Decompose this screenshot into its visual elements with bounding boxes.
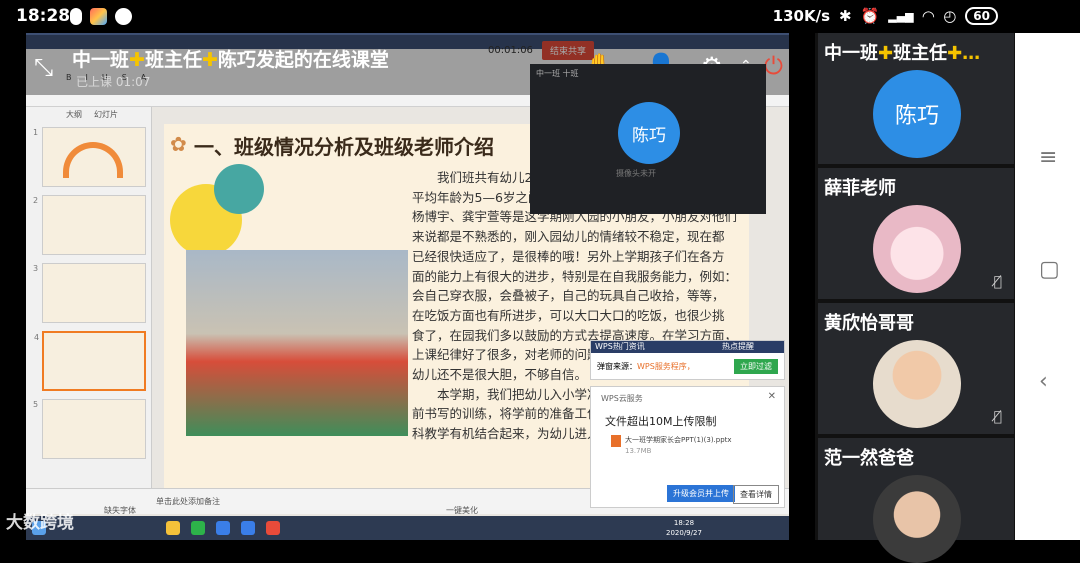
title-cross-icon: ✚ xyxy=(201,49,218,71)
wifi-icon: ◠ xyxy=(922,7,935,25)
notes-placeholder[interactable]: 单击此处添加备注 xyxy=(156,496,220,507)
popup-source-app: WPS服务程序， xyxy=(637,362,695,371)
decor-circle-teal xyxy=(214,164,264,214)
network-speed: 130K/s xyxy=(772,7,830,25)
android-status-bar: 18:28 130K/s ✱ ⏰ ▂▄▆ ◠ ◴ 60 xyxy=(0,0,1080,33)
signal-icon: ▂▄▆ xyxy=(888,9,914,23)
participant-name: 薛菲老师 xyxy=(824,178,896,199)
host-participant-avatar: 陈巧 xyxy=(873,70,961,158)
popup-header-right: 热点提醒 xyxy=(722,342,754,351)
child-photo-avatar xyxy=(873,340,961,428)
participant-list: 中一班✚班主任✚… 陈巧 薛菲老师 🎙̸ 黄欣怡哥哥 🎙̸ 范一然爸爸 xyxy=(815,33,1015,563)
clock-icon: ◴ xyxy=(943,7,957,25)
parent-photo-avatar xyxy=(873,475,961,563)
host-video-preview[interactable]: 中一班 十班 陈巧 摄像头未开 xyxy=(530,64,766,214)
app-notification-icon xyxy=(90,8,107,25)
participant-name: 中一班✚班主任✚… xyxy=(824,39,980,65)
notification-icons xyxy=(70,8,132,25)
slide-thumbnail[interactable]: 1 xyxy=(33,127,146,187)
tab-slides[interactable]: 幻灯片 xyxy=(94,109,118,120)
windows-taskbar: 18:28 2020/9/27 xyxy=(26,516,789,540)
title-part: 陈巧发起的在线课堂 xyxy=(217,49,389,71)
file-size: 13.7MB xyxy=(625,447,652,455)
pptx-file-icon xyxy=(611,435,621,447)
slide-thumbnail[interactable]: 3 xyxy=(33,263,146,323)
popup-source-label: 弹窗来源： xyxy=(597,362,637,371)
name-part: 中一班 xyxy=(824,43,878,64)
title-part: 班主任 xyxy=(144,49,202,71)
file-name: 大一班学期家长会PPT(1)(3).pptx xyxy=(625,436,732,444)
cloud-title: 文件超出10M上传限制 xyxy=(605,415,717,428)
clock-date: 2020/9/27 xyxy=(666,529,702,537)
panel-tabs: 大纲 幻灯片 xyxy=(66,109,118,120)
popup-header: WPS热门资讯 热点提醒 xyxy=(591,341,784,353)
alarm-icon: ⏰ xyxy=(860,7,880,25)
battery-indicator: 60 xyxy=(965,7,998,25)
slide-thumbnail-selected[interactable]: 4 xyxy=(34,331,146,391)
participant-tile[interactable]: 黄欣怡哥哥 🎙̸ xyxy=(818,303,1014,434)
app-icon[interactable] xyxy=(216,521,230,535)
rainbow-graphic xyxy=(63,142,123,178)
android-nav-bar: ≡ ▢ ‹ xyxy=(1015,33,1080,540)
class-photo xyxy=(186,250,408,436)
close-icon[interactable]: ✕ xyxy=(768,391,776,402)
slide-title: 一、班级情况分析及班级老师介绍 xyxy=(194,135,494,159)
missing-font[interactable]: 缺失字体 xyxy=(104,505,136,516)
lesson-elapsed: 已上课 01:07 xyxy=(76,75,151,89)
anime-avatar xyxy=(873,205,961,293)
home-square-icon[interactable]: ▢ xyxy=(1039,257,1060,282)
name-part: 班主任 xyxy=(893,43,948,64)
status-right: 130K/s ✱ ⏰ ▂▄▆ ◠ ◴ 60 xyxy=(773,7,998,25)
mic-muted-icon: 🎙̸ xyxy=(993,409,1002,425)
menu-icon[interactable]: ≡ xyxy=(1039,145,1057,170)
back-chevron-icon[interactable]: ‹ xyxy=(1039,369,1048,394)
upgrade-upload-button[interactable]: 升级会员并上传 xyxy=(667,485,735,502)
wps-icon[interactable] xyxy=(266,521,280,535)
watermark: 大数跨境 xyxy=(6,513,74,533)
cross-icon: ✚ xyxy=(878,43,894,64)
tab-outline[interactable]: 大纲 xyxy=(66,109,82,120)
compass-icon xyxy=(115,8,132,25)
title-part: 中一班 xyxy=(72,49,130,71)
participant-name: 范一然爸爸 xyxy=(824,448,914,469)
bluetooth-icon: ✱ xyxy=(839,7,852,25)
participant-name: 黄欣怡哥哥 xyxy=(824,313,914,334)
wechat-icon[interactable] xyxy=(191,521,205,535)
browser-icon[interactable] xyxy=(241,521,255,535)
slide-thumbnail[interactable]: 5 xyxy=(33,399,146,459)
preview-caption: 中一班 十班 xyxy=(536,69,579,78)
host-avatar: 陈巧 xyxy=(618,102,680,164)
popup-source: 弹窗来源：WPS服务程序， xyxy=(597,361,695,372)
exit-fullscreen-icon[interactable]: ⤡ xyxy=(34,53,53,81)
participant-tile[interactable]: 范一然爸爸 xyxy=(818,438,1014,563)
folder-icon[interactable] xyxy=(166,521,180,535)
participant-tile[interactable]: 薛菲老师 🎙̸ xyxy=(818,168,1014,299)
flower-icon: ✿ xyxy=(170,132,187,156)
power-icon[interactable]: ⏻ xyxy=(764,52,783,80)
participant-tile-host[interactable]: 中一班✚班主任✚… 陈巧 xyxy=(818,33,1014,164)
clock-time: 18:28 xyxy=(673,519,695,527)
wps-cloud-popup: WPS云服务 ✕ 文件超出10M上传限制 大一班学期家长会PPT(1)(3).p… xyxy=(590,386,785,508)
popup-header-title: WPS热门资讯 xyxy=(595,342,645,351)
mic-muted-icon: 🎙̸ xyxy=(993,274,1002,290)
cross-icon: ✚… xyxy=(947,43,981,64)
filter-now-button[interactable]: 立即过滤 xyxy=(734,359,778,374)
camera-status: 摄像头未开 xyxy=(616,169,656,178)
sync-icon xyxy=(70,8,82,25)
status-time: 18:28 xyxy=(16,6,71,26)
taskbar-clock: 18:28 2020/9/27 xyxy=(666,518,702,538)
view-details-button[interactable]: 查看详情 xyxy=(733,485,779,504)
title-cross-icon: ✚ xyxy=(129,49,145,71)
cloud-header: WPS云服务 xyxy=(601,394,643,403)
wps-news-popup: WPS热门资讯 热点提醒 弹窗来源：WPS服务程序， 立即过滤 xyxy=(590,340,785,380)
beautify-button[interactable]: 一键美化 xyxy=(446,505,478,516)
slide-thumbnail[interactable]: 2 xyxy=(33,195,146,255)
lesson-title: 中一班✚班主任✚陈巧发起的在线课堂 xyxy=(72,45,389,72)
slide-thumbnail-panel: 大纲 幻灯片 1 2 3 4 5 xyxy=(26,107,152,512)
